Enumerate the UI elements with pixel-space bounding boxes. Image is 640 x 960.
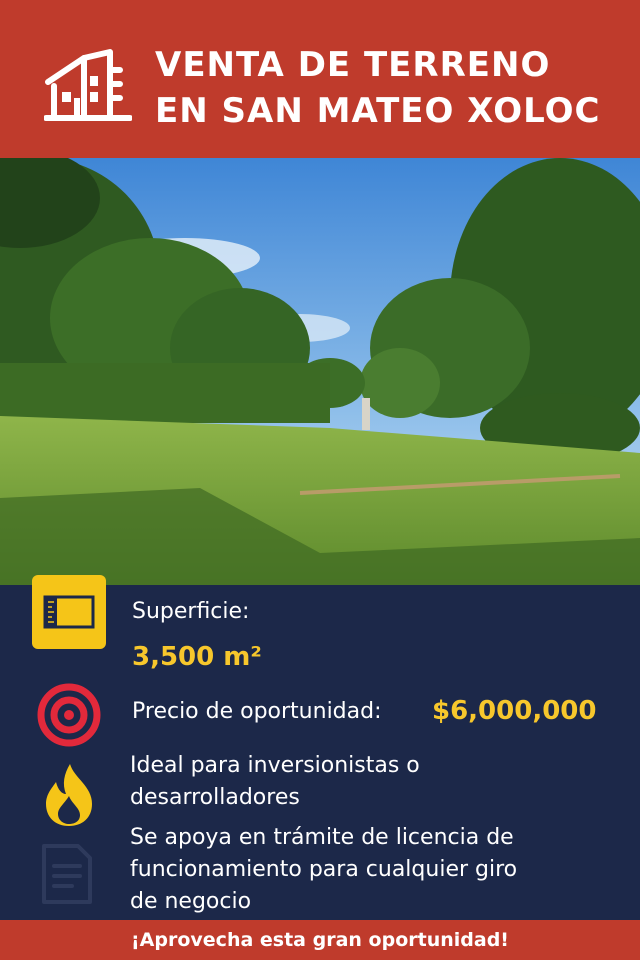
flame-icon bbox=[46, 764, 92, 826]
page: VENTA DE TERRENO EN SAN MATEO XOLOC Supe… bbox=[0, 0, 640, 960]
target-icon bbox=[37, 683, 101, 747]
feature-surface-value: 3,500 m² bbox=[132, 642, 262, 672]
land-photo bbox=[0, 158, 640, 585]
header-banner: VENTA DE TERRENO EN SAN MATEO XOLOC bbox=[0, 0, 640, 158]
feature-ideal-line-2: desarrolladores bbox=[130, 785, 300, 810]
feature-ideal-text: Ideal para inversionistas o desarrollado… bbox=[130, 750, 420, 814]
feature-license-line-2: funcionamiento para cualquier giro bbox=[130, 857, 518, 882]
feature-ideal-line-1: Ideal para inversionistas o bbox=[130, 753, 420, 778]
feature-license-line-1: Se apoya en trámite de licencia de bbox=[130, 825, 514, 850]
feature-license-text: Se apoya en trámite de licencia de funci… bbox=[130, 822, 517, 918]
feature-price-value: $6,000,000 bbox=[432, 696, 597, 726]
footer-banner: ¡Aprovecha esta gran oportunidad! bbox=[0, 920, 640, 960]
title-line-1: VENTA DE TERRENO bbox=[155, 45, 551, 85]
feature-price-label: Precio de oportunidad: bbox=[132, 699, 382, 724]
building-icon bbox=[44, 49, 132, 121]
feature-license-line-3: de negocio bbox=[130, 889, 252, 914]
ruler-icon bbox=[32, 575, 106, 649]
document-icon bbox=[42, 844, 92, 904]
feature-surface-label: Superficie: bbox=[132, 599, 250, 624]
title-line-2: EN SAN MATEO XOLOC bbox=[155, 91, 601, 131]
page-title: VENTA DE TERRENO EN SAN MATEO XOLOC bbox=[155, 42, 601, 134]
land-photo-graphic bbox=[0, 158, 640, 585]
